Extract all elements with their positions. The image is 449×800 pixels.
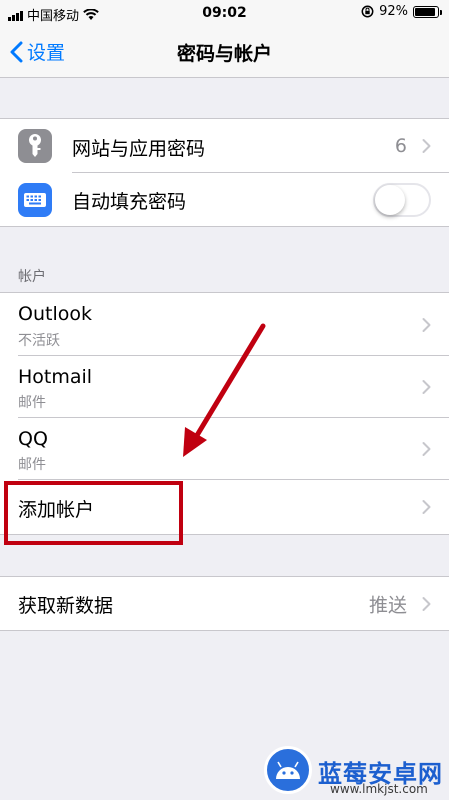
chevron-right-icon — [422, 139, 431, 153]
passwords-group: 网站与应用密码 6 自动填充密码 — [0, 118, 449, 227]
annotation-highlight-box — [4, 481, 183, 545]
autofill-label: 自动填充密码 — [72, 191, 187, 213]
accounts-section-header: 帐户 — [18, 269, 46, 285]
battery-fill — [415, 7, 436, 16]
chevron-right-icon — [422, 442, 431, 456]
account-row-outlook[interactable]: Outlook 不活跃 — [0, 293, 449, 356]
battery-percent: 92% — [379, 4, 408, 19]
website-passwords-count: 6 — [394, 135, 407, 157]
website-passwords-row[interactable]: 网站与应用密码 6 — [0, 119, 449, 173]
account-name: Hotmail — [18, 366, 93, 388]
chevron-right-icon — [422, 596, 431, 611]
account-detail: 邮件 — [18, 395, 46, 411]
autofill-toggle[interactable] — [373, 182, 431, 217]
chevron-right-icon — [422, 500, 431, 514]
rotation-lock-icon — [361, 5, 374, 18]
fetch-new-data-label: 获取新数据 — [18, 595, 114, 617]
watermark-logo-icon — [264, 746, 312, 794]
chevron-right-icon — [422, 317, 431, 332]
status-right: 92% — [361, 4, 442, 19]
account-name: Outlook — [18, 303, 92, 325]
status-bar: 中国移动 09:02 92% — [0, 0, 449, 26]
nav-bar: 设置 密码与帐户 — [0, 26, 449, 78]
account-name: QQ — [18, 428, 48, 450]
account-detail: 不活跃 — [18, 333, 60, 349]
website-passwords-label: 网站与应用密码 — [72, 138, 206, 160]
fetch-new-data-row[interactable]: 获取新数据 推送 — [0, 577, 449, 630]
toggle-knob — [375, 184, 405, 215]
page-title: 密码与帐户 — [176, 43, 272, 65]
account-detail: 邮件 — [18, 457, 46, 473]
key-icon — [18, 129, 52, 163]
account-row-qq[interactable]: QQ 邮件 — [0, 418, 449, 480]
autofill-row: 自动填充密码 — [0, 173, 449, 226]
watermark-url: www.lmkjst.com — [330, 782, 428, 796]
chevron-right-icon — [422, 380, 431, 394]
battery-icon — [413, 5, 442, 18]
fetch-new-data-value: 推送 — [368, 594, 407, 616]
fetch-group: 获取新数据 推送 — [0, 576, 449, 631]
account-row-hotmail[interactable]: Hotmail 邮件 — [0, 356, 449, 418]
keyboard-icon — [18, 182, 52, 217]
